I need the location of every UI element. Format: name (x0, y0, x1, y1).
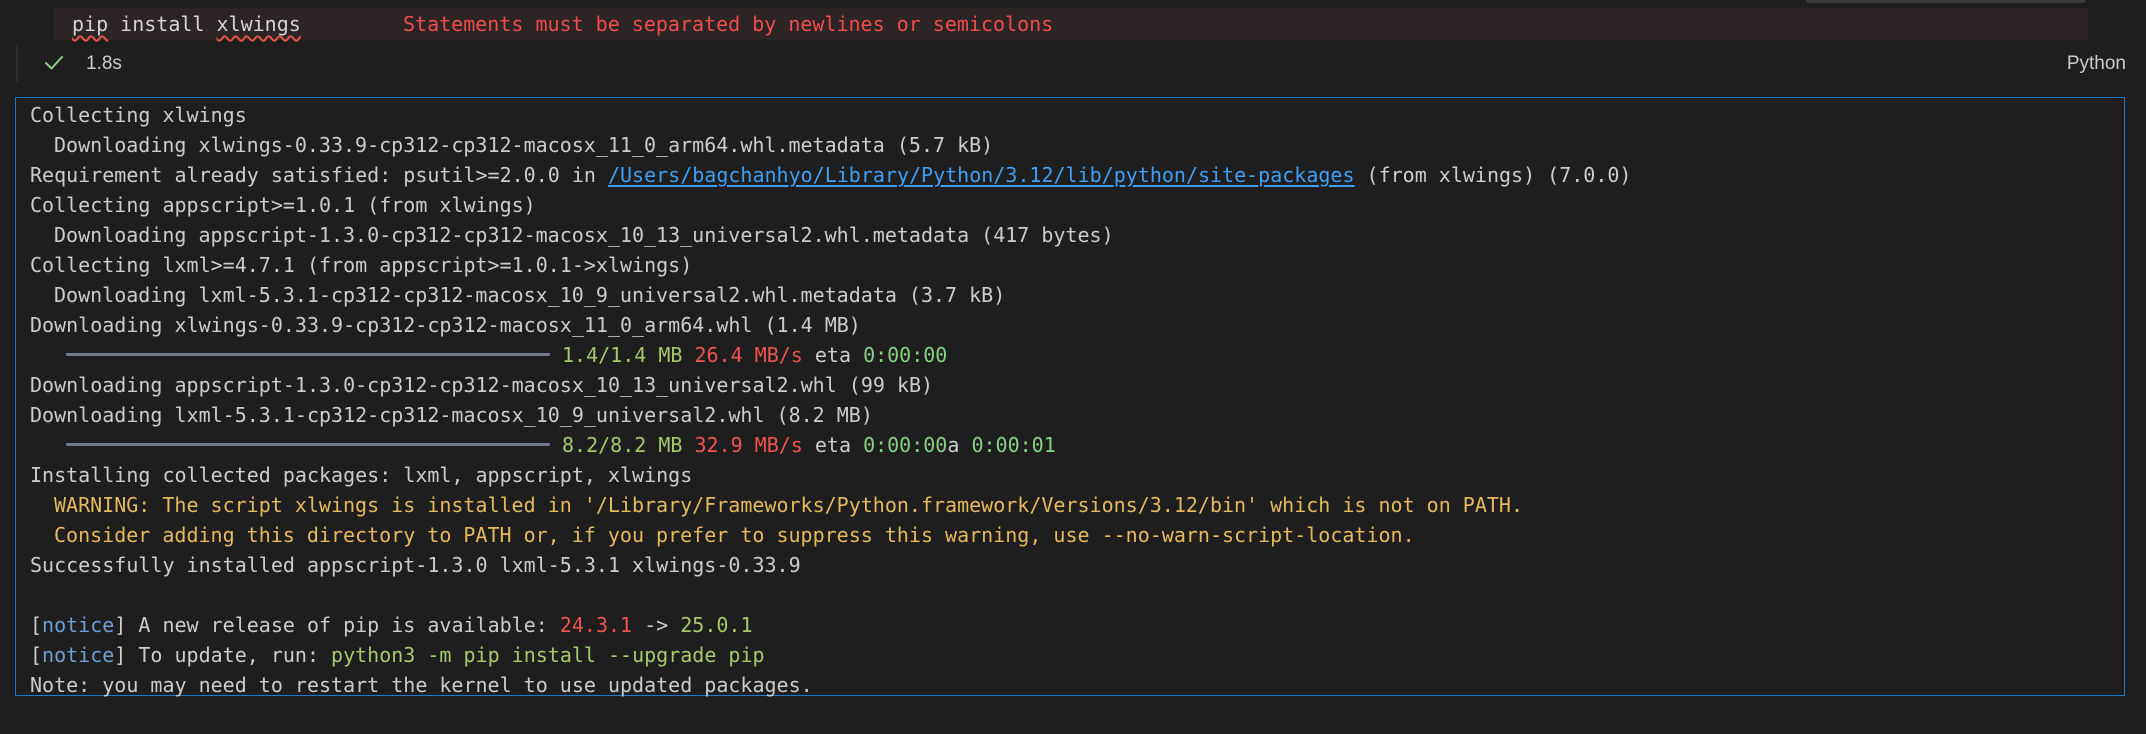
old-version: 24.3.1 (559, 613, 633, 637)
inline-error-diagnostic: Statements must be separated by newlines… (403, 12, 1054, 36)
output-line: Note: you may need to restart the kernel… (30, 673, 813, 697)
output-line: Collecting appscript>=1.0.1 (from xlwing… (30, 193, 536, 217)
chevron-down-icon[interactable] (0, 0, 8, 2)
download-size: 8.2/8.2 MB (562, 433, 683, 457)
notice-line: [notice] To update, run: python3 -m pip … (30, 640, 1631, 670)
toolbar-edge (1806, 0, 2086, 3)
output-line: Downloading xlwings-0.33.9-cp312-cp312-m… (30, 313, 861, 337)
output-line: Downloading xlwings-0.33.9-cp312-cp312-m… (54, 133, 994, 157)
new-version: 25.0.1 (680, 613, 753, 637)
download-speed: 32.9 MB/s (694, 433, 803, 457)
code-token-install: install (120, 12, 205, 36)
bracket: [ (30, 643, 43, 667)
notice-tag: notice (42, 643, 115, 667)
progress-line: 8.2/8.2 MB 32.9 MB/s eta 0:00:00a 0:00:0… (30, 430, 1631, 460)
eta-label: eta (814, 343, 852, 367)
eta-value: 0:00:00 (863, 433, 948, 457)
cell-status-bar: 1.8s Python (16, 44, 2132, 82)
cell-output[interactable]: Collecting xlwings Downloading xlwings-0… (15, 97, 2125, 697)
bracket: ] (114, 643, 127, 667)
bracket: [ (30, 613, 43, 637)
progress-line: 1.4/1.4 MB 26.4 MB/s eta 0:00:00 (30, 340, 1631, 370)
warning-line: WARNING: The script xlwings is installed… (54, 493, 1524, 517)
eta-value: 0:00:00 (863, 343, 948, 367)
output-lines: Collecting xlwings Downloading xlwings-0… (30, 100, 1631, 700)
upgrade-command: python3 -m pip install --upgrade pip (331, 643, 765, 667)
output-line: Collecting lxml>=4.7.1 (from appscript>=… (30, 253, 693, 277)
eta-suffix: a (947, 433, 960, 457)
notice-text: To update, run: (126, 643, 332, 667)
output-line: Downloading lxml-5.3.1-cp312-cp312-macos… (30, 403, 873, 427)
code-text[interactable]: pip install xlwings (72, 12, 301, 36)
output-line: Successfully installed appscript-1.3.0 l… (30, 553, 801, 577)
execution-duration: 1.8s (86, 53, 122, 74)
output-line: Downloading lxml-5.3.1-cp312-cp312-macos… (54, 283, 1006, 307)
bracket: ] (114, 613, 127, 637)
download-size: 1.4/1.4 MB (562, 343, 683, 367)
output-text: Requirement already satisfied: psutil>=2… (30, 163, 608, 187)
code-cell-editor[interactable]: pip install xlwings Statements must be s… (54, 8, 2088, 40)
warning-line: Consider adding this directory to PATH o… (54, 523, 1415, 547)
code-token-xlwings: xlwings (216, 12, 301, 36)
notice-line: [notice] A new release of pip is availab… (30, 610, 1631, 640)
notice-tag: notice (42, 613, 115, 637)
check-icon (45, 56, 63, 70)
download-progress-bar (66, 443, 550, 446)
download-speed: 26.4 MB/s (694, 343, 803, 367)
code-token-pip: pip (72, 12, 109, 36)
output-line: Collecting xlwings (30, 103, 247, 127)
output-line: Installing collected packages: lxml, app… (30, 463, 693, 487)
download-progress-bar (66, 353, 550, 356)
eta-label: eta (814, 433, 852, 457)
output-line: Downloading appscript-1.3.0-cp312-cp312-… (54, 223, 1114, 247)
output-line: Requirement already satisfied: psutil>=2… (30, 160, 1631, 190)
arrow: -> (632, 613, 681, 637)
language-picker[interactable]: Python (2067, 53, 2126, 75)
output-line: Downloading appscript-1.3.0-cp312-cp312-… (30, 373, 934, 397)
output-text: (from xlwings) (7.0.0) (1354, 163, 1632, 187)
site-packages-link[interactable]: /Users/bagchanhyo/Library/Python/3.12/li… (608, 163, 1355, 187)
eta-value-2: 0:00:01 (971, 433, 1056, 457)
notice-text: A new release of pip is available: (126, 613, 560, 637)
